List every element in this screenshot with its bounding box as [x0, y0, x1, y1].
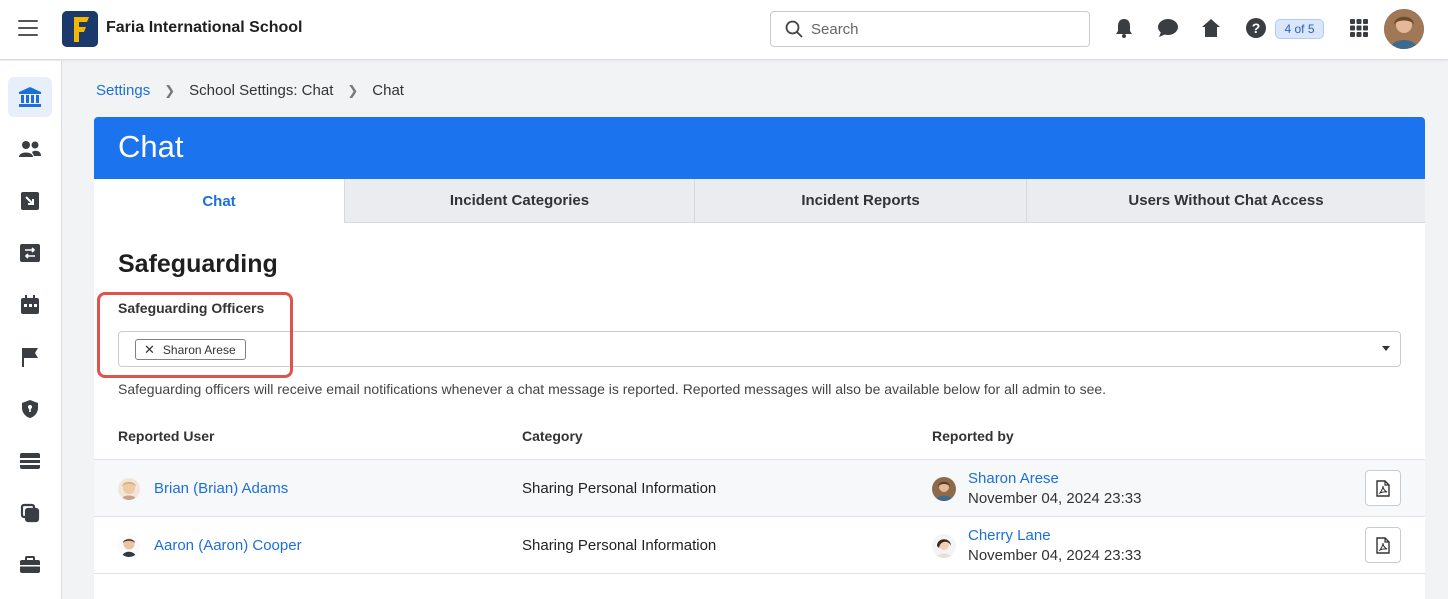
briefcase-icon[interactable] — [8, 545, 52, 585]
close-icon[interactable]: ✕ — [144, 342, 155, 358]
pdf-button[interactable] — [1365, 470, 1401, 506]
chevron-right-icon: ❯ — [347, 82, 359, 98]
pdf-icon — [1376, 536, 1390, 554]
import-icon[interactable] — [8, 181, 52, 221]
caret-down-icon[interactable] — [1382, 346, 1390, 351]
officers-select[interactable]: ✕ Sharon Arese — [118, 331, 1401, 367]
breadcrumb: Settings ❯ School Settings: Chat ❯ Chat — [96, 82, 404, 99]
category-text: Sharing Personal Information — [522, 480, 717, 497]
officer-chip-label: Sharon Arese — [162, 342, 236, 357]
content-panel: Safeguarding Safeguarding Officers ✕ Sha… — [94, 223, 1425, 599]
home-icon[interactable] — [1200, 17, 1224, 41]
table-bottom-border — [94, 573, 1425, 574]
pdf-button[interactable] — [1365, 527, 1401, 563]
reported-user-link[interactable]: Aaron (Aaron) Cooper — [154, 537, 302, 554]
copy-icon[interactable] — [8, 493, 52, 533]
calendar-icon[interactable] — [8, 285, 52, 325]
help-text: Safeguarding officers will receive email… — [118, 381, 1107, 397]
apps-grid-icon[interactable] — [1348, 17, 1372, 41]
sidebar — [0, 61, 62, 599]
shield-icon[interactable] — [8, 389, 52, 429]
breadcrumb-chat: Chat — [372, 82, 404, 99]
reported-user-link[interactable]: Brian (Brian) Adams — [154, 480, 288, 497]
column-header-reported-by: Reported by — [932, 428, 1014, 444]
page-badge[interactable]: 4 of 5 — [1275, 19, 1324, 39]
search-icon — [785, 20, 803, 38]
card-header: Chat — [94, 117, 1425, 179]
reported-by-link[interactable]: Sharon Arese — [968, 470, 1059, 487]
menu-icon[interactable] — [18, 20, 38, 38]
tab-incident-reports[interactable]: Incident Reports — [695, 179, 1027, 223]
report-date: November 04, 2024 23:33 — [968, 490, 1142, 507]
school-icon[interactable] — [8, 77, 52, 117]
top-bar: Faria International School ? 4 of 5 — [0, 0, 1448, 60]
tab-users-without-chat-access[interactable]: Users Without Chat Access — [1027, 179, 1425, 223]
officers-label: Safeguarding Officers — [118, 300, 265, 316]
category-text: Sharing Personal Information — [522, 537, 717, 554]
tab-bar: Chat Incident Categories Incident Report… — [94, 179, 1425, 223]
page-title: Chat — [118, 129, 184, 164]
column-header-reported-user: Reported User — [118, 428, 215, 444]
help-icon[interactable]: ? — [1245, 17, 1269, 41]
bell-icon[interactable] — [1113, 17, 1137, 41]
avatar — [118, 535, 140, 557]
users-icon[interactable] — [8, 129, 52, 169]
breadcrumb-settings[interactable]: Settings — [96, 82, 150, 99]
search-input[interactable] — [811, 19, 1071, 39]
chat-icon[interactable] — [1156, 17, 1180, 41]
reported-by-link[interactable]: Cherry Lane — [968, 527, 1051, 544]
wallet-icon[interactable] — [8, 441, 52, 481]
officer-chip: ✕ Sharon Arese — [135, 339, 246, 360]
avatar — [932, 534, 956, 558]
school-logo[interactable] — [62, 11, 98, 47]
avatar — [932, 477, 956, 501]
table-row: Aaron (Aaron) Cooper Sharing Personal In… — [94, 516, 1425, 573]
report-date: November 04, 2024 23:33 — [968, 547, 1142, 564]
search-box[interactable] — [770, 11, 1090, 47]
user-avatar[interactable] — [1384, 9, 1424, 49]
pdf-icon — [1376, 479, 1390, 497]
section-title: Safeguarding — [118, 250, 278, 278]
column-header-category: Category — [522, 428, 583, 444]
breadcrumb-school-settings-chat[interactable]: School Settings: Chat — [189, 82, 333, 99]
flag-icon[interactable] — [8, 337, 52, 377]
svg-text:?: ? — [1252, 20, 1261, 36]
tab-chat[interactable]: Chat — [94, 179, 345, 223]
tab-incident-categories[interactable]: Incident Categories — [345, 179, 695, 223]
school-name[interactable]: Faria International School — [106, 19, 302, 37]
avatar — [118, 478, 140, 500]
chevron-right-icon: ❯ — [164, 82, 176, 98]
table-row: Brian (Brian) Adams Sharing Personal Inf… — [94, 459, 1425, 516]
sync-icon[interactable] — [8, 233, 52, 273]
